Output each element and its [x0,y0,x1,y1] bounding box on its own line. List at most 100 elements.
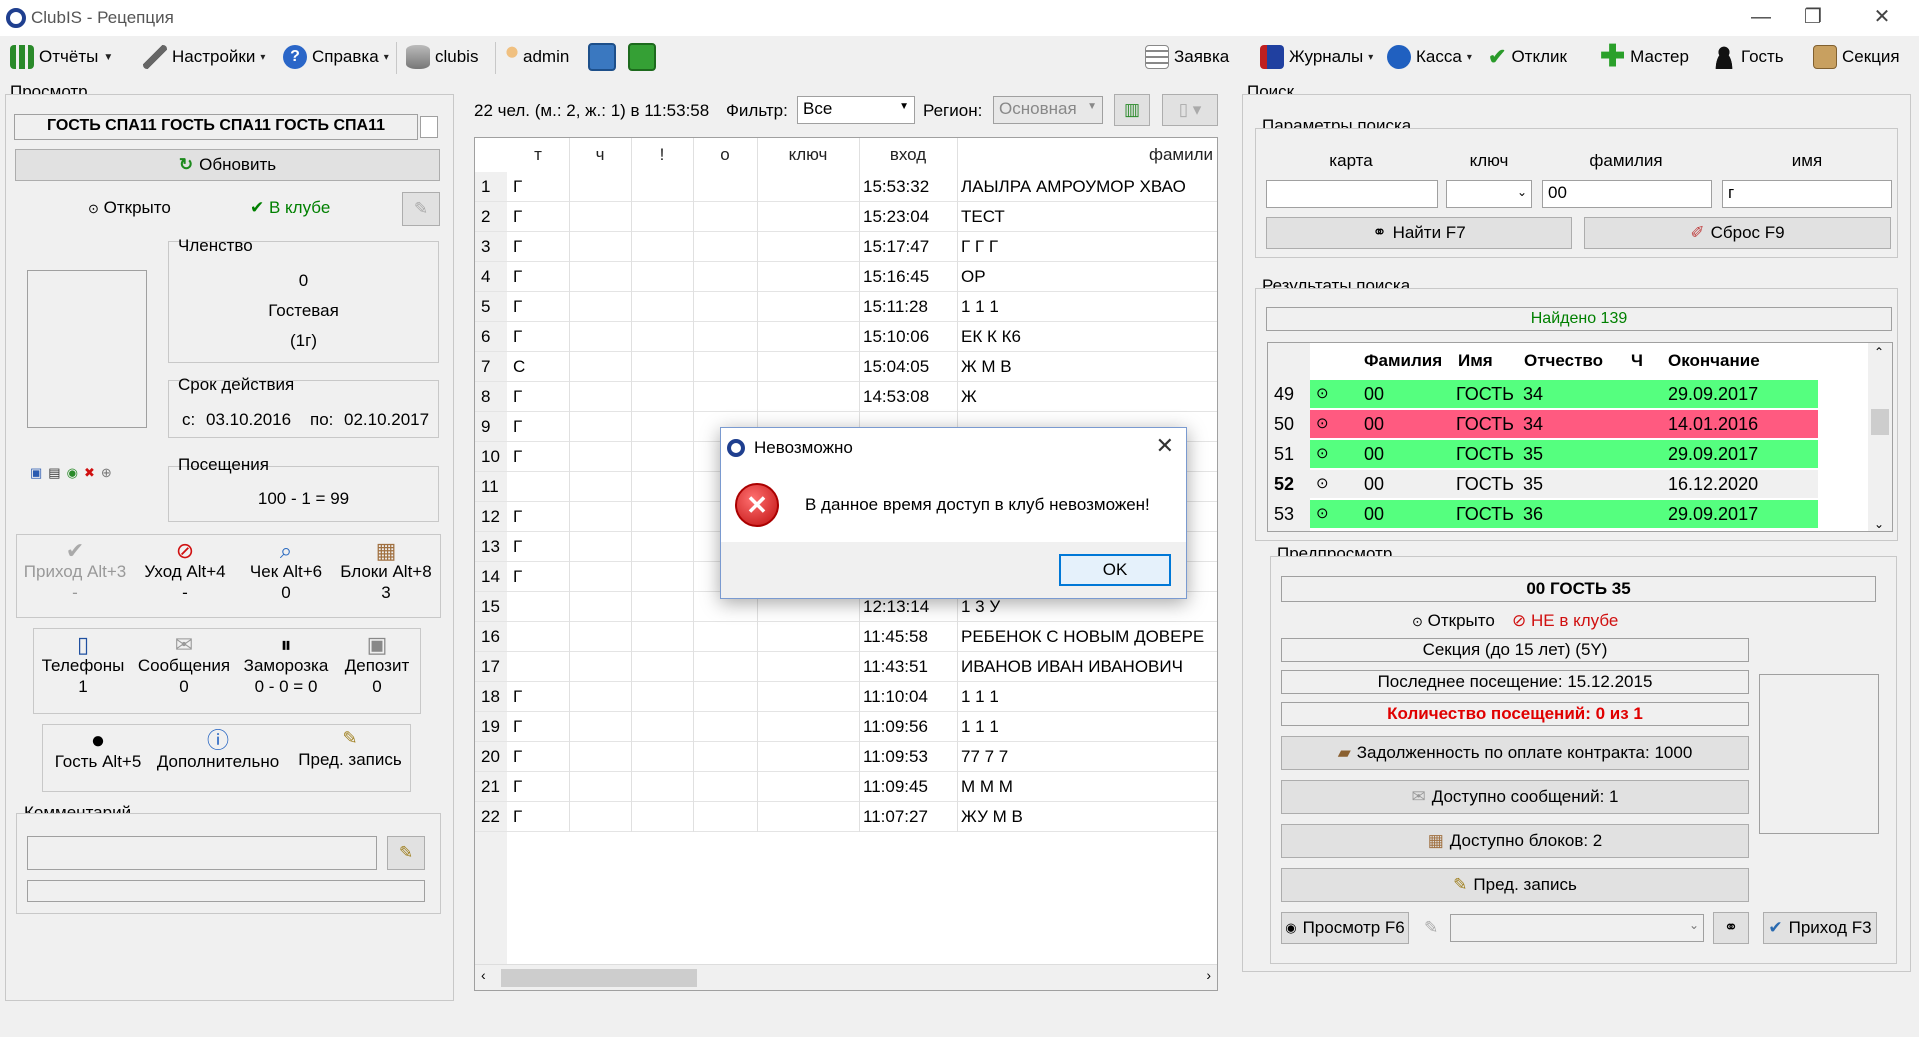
cashbox-menu[interactable]: Касса ▾ [1387,42,1472,72]
find-button[interactable]: ⚭ Найти F7 [1266,217,1572,249]
dialog-close-button[interactable]: ✕ [1156,433,1174,459]
edit-comment-button[interactable]: ✎ [387,836,425,870]
refresh-button[interactable]: ↻ Обновить [15,149,440,181]
freeze-tile[interactable]: ⏸ Заморозка 0 - 0 = 0 [237,634,335,697]
guest-button[interactable]: Гость [1712,42,1784,72]
horizontal-scrollbar[interactable]: ‹ › [475,964,1217,990]
res-col-end[interactable]: Окончание [1668,346,1760,376]
scroll-right-icon[interactable]: › [1206,967,1211,983]
scroll-thumb[interactable] [501,969,697,987]
res-col-patronymic[interactable]: Отчество [1524,346,1603,376]
results-scroll-thumb[interactable] [1871,409,1889,435]
close-window-button[interactable]: ✕ [1853,0,1911,36]
delete-icon[interactable]: ✖ [84,465,95,481]
col-key[interactable]: ключ [757,138,859,172]
res-col-ch[interactable]: Ч [1631,346,1643,376]
messages-tile[interactable]: ✉ Сообщения 0 [133,634,235,697]
user-item[interactable]: admin [506,42,569,72]
open-icon[interactable]: ▣ [30,465,42,481]
blocks-button[interactable]: ▦ Доступно блоков: 2 [1281,824,1749,858]
arrival-button[interactable]: ✔ Приход F3 [1763,912,1877,944]
col-type[interactable]: т [507,138,569,172]
table-row[interactable]: 18 Г 11:10:04 1 1 1 [475,682,1217,712]
guest-tile[interactable]: ● Гость Alt+5 [46,729,150,772]
res-col-name[interactable]: Имя [1458,346,1493,376]
arrival-action[interactable]: ✔ Приход Alt+3 - [20,540,130,603]
database-item[interactable]: clubis [406,42,478,72]
key-select[interactable]: ⌄ [1446,180,1532,208]
response-button[interactable]: ✔ Отклик [1488,42,1567,72]
save-icon[interactable]: ▤ [48,465,60,481]
surname-input[interactable]: 00 [1542,180,1712,208]
scroll-down-icon[interactable]: ⌄ [1874,517,1884,531]
dialog-ok-button[interactable]: OK [1059,554,1171,586]
table-row[interactable]: 16 11:45:58 РЕБЕНОК С НОВЫМ ДОВЕРЕ [475,622,1217,652]
table-row[interactable]: 2 Г 15:23:04 ТЕСТ [475,202,1217,232]
help-menu[interactable]: ? Справка ▾ [283,42,389,72]
wizard-button[interactable]: ✚ Мастер [1600,42,1689,72]
switch-user-button[interactable] [628,42,656,72]
section-button[interactable]: Секция [1813,42,1900,72]
debt-button[interactable]: ▰ Задолженность по оплате контракта: 100… [1281,736,1749,770]
col-alert[interactable]: ! [631,138,693,172]
prerecord-select[interactable]: ⌄ [1450,914,1704,942]
deposit-tile[interactable]: ▣ Депозит 0 [337,634,417,697]
table-row[interactable]: 17 11:43:51 ИВАНОВ ИВАН ИВАНОВИЧ [475,652,1217,682]
results-scrollbar[interactable]: ⌃ ⌄ [1868,343,1892,531]
comment-field[interactable] [27,836,377,870]
col-o[interactable]: о [693,138,757,172]
table-row[interactable]: 1 Г 15:53:32 ЛАЫЛРА АМРОУМОР ХВАО [475,172,1217,202]
table-row[interactable]: 8 Г 14:53:08 Ж [475,382,1217,412]
res-col-surname[interactable]: Фамилия [1364,346,1442,376]
preview-prerecord-button[interactable]: ✎ Пред. запись [1281,868,1749,902]
messages-button[interactable]: ✉ Доступно сообщений: 1 [1281,780,1749,814]
col-entry[interactable]: вход [859,138,957,172]
envelope-icon: ✉ [174,632,194,657]
result-surname: 00 [1364,414,1385,434]
camera-icon[interactable]: ◉ [67,465,78,481]
result-row[interactable]: ⊙ 49 00 ГОСТЬ 34 29.09.2017 [1268,379,1868,409]
export-button[interactable]: ▯ ▾ [1162,94,1218,126]
journals-menu[interactable]: Журналы ▾ [1260,42,1373,72]
table-row[interactable]: 3 Г 15:17:47 Г Г Г [475,232,1217,262]
view-button[interactable]: ◉ Просмотр F6 [1281,912,1409,944]
stats-button[interactable]: ▥ [1114,94,1150,126]
table-row[interactable]: 6 Г 15:10:06 ЕК К К6 [475,322,1217,352]
minimize-button[interactable]: — [1732,0,1790,36]
leave-action[interactable]: ⊘ Уход Alt+4 - [132,540,238,603]
phones-tile[interactable]: ▯ Телефоны 1 [37,634,129,697]
result-row[interactable]: ⊙ 53 00 ГОСТЬ 36 29.09.2017 [1268,499,1868,529]
scroll-left-icon[interactable]: ‹ [481,967,486,983]
maximize-button[interactable]: ❐ [1784,0,1842,36]
binoculars-button[interactable]: ⚭ [1713,912,1749,944]
result-row[interactable]: ⊙ 51 00 ГОСТЬ 35 29.09.2017 [1268,439,1868,469]
prerecord-tile[interactable]: ✎ Пред. запись [290,728,410,770]
result-row[interactable]: ⊙ 50 00 ГОСТЬ 34 14.01.2016 [1268,409,1868,439]
table-row[interactable]: 7 С 15:04:05 Ж М В [475,352,1217,382]
table-row[interactable]: 22 Г 11:07:27 ЖУ М В [475,802,1217,832]
guest-tile-label: Гость Alt+5 [54,752,142,771]
card-input[interactable] [1266,180,1438,208]
table-row[interactable]: 20 Г 11:09:53 77 7 7 [475,742,1217,772]
lock-button[interactable] [588,42,616,72]
blocks-action[interactable]: ▦ Блоки Alt+8 3 [334,540,438,603]
zoom-icon[interactable]: ⊕ [101,465,112,481]
mark-button[interactable]: ✎ [402,192,440,226]
col-surname[interactable]: фамили [957,138,1217,172]
region-select[interactable]: Основная ▼ [993,96,1103,124]
name-input[interactable]: г [1722,180,1892,208]
table-row[interactable]: 5 Г 15:11:28 1 1 1 [475,292,1217,322]
request-button[interactable]: Заявка [1145,42,1229,72]
scroll-up-icon[interactable]: ⌃ [1874,345,1884,359]
result-row[interactable]: ⊙ 52 00 ГОСТЬ 35 16.12.2020 [1268,469,1868,499]
settings-menu[interactable]: Настройки ▾ [143,42,265,72]
reports-menu[interactable]: Отчёты ▼ [10,42,113,72]
table-row[interactable]: 21 Г 11:09:45 М М М [475,772,1217,802]
receipt-action[interactable]: ⌕ Чек Alt+6 0 [238,540,334,603]
additional-tile[interactable]: ⓘ Дополнительно [154,730,282,772]
table-row[interactable]: 4 Г 15:16:45 ОР [475,262,1217,292]
filter-select[interactable]: Все ▼ [797,96,915,124]
table-row[interactable]: 19 Г 11:09:56 1 1 1 [475,712,1217,742]
col-ch[interactable]: ч [569,138,631,172]
reset-button[interactable]: ✐ Сброс F9 [1584,217,1891,249]
